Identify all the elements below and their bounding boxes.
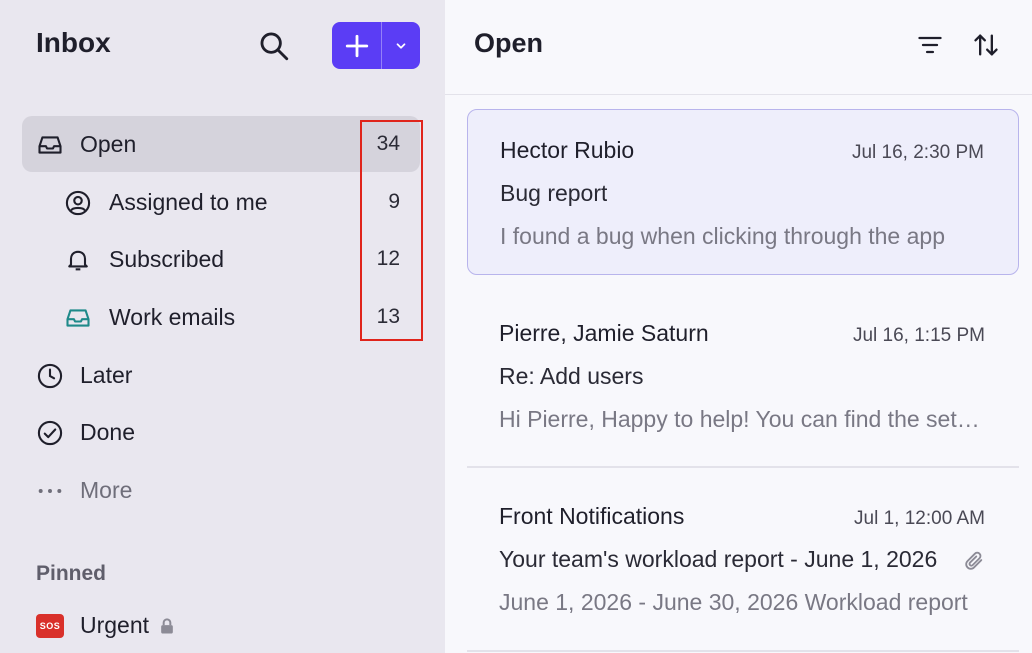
- nav-item-label: More: [80, 476, 133, 503]
- conversation-sender: Hector Rubio: [500, 137, 635, 163]
- conversation-sender: Front Notifications: [499, 503, 685, 529]
- ellipsis-icon: [38, 489, 62, 493]
- paperclip-icon: [965, 551, 983, 570]
- pinned-heading: Pinned: [36, 562, 107, 585]
- nav-item-label: Done: [80, 418, 135, 445]
- counts-highlight-box: [360, 120, 423, 341]
- filter-icon: [918, 36, 942, 54]
- list-header: Open: [445, 0, 1032, 95]
- bell-icon: [68, 250, 88, 271]
- conversation-preview: June 1, 2026 - June 30, 2026 Workload re…: [499, 589, 968, 615]
- nav-item-label: Subscribed: [109, 245, 225, 272]
- conversation-time: Jul 16, 1:15 PM: [852, 325, 985, 346]
- clock-icon: [37, 363, 63, 389]
- nav-item-done[interactable]: Done: [22, 404, 420, 460]
- user-circle-icon: [65, 190, 91, 216]
- conversation-item[interactable]: Hector Rubio Jul 16, 2:30 PM Bug report …: [467, 109, 1019, 275]
- pinned-item-label: Urgent: [80, 612, 150, 638]
- inbox-tray-icon: [38, 136, 62, 154]
- sidebar: Inbox Open 34 Assigned to me 9 Subscribe…: [0, 0, 445, 653]
- nav-item-label: Work emails: [109, 303, 236, 330]
- chevron-down-icon: [396, 42, 406, 49]
- lock-icon: [161, 617, 173, 633]
- sort-button[interactable]: [969, 28, 1003, 62]
- nav-item-later[interactable]: Later: [22, 347, 420, 403]
- conversation-sender: Pierre, Jamie Saturn: [499, 320, 709, 346]
- conversation-time: Jul 1, 12:00 AM: [854, 508, 985, 529]
- conversation-subject: Re: Add users: [499, 363, 644, 389]
- conversation-list-panel: Open Hector Rubio Jul 16, 2:30 PM Bug re…: [445, 0, 1032, 653]
- conversation-preview: I found a bug when clicking through the …: [500, 223, 945, 249]
- new-message-button[interactable]: [332, 22, 382, 69]
- plus-icon: [345, 34, 368, 57]
- search-button[interactable]: [254, 26, 294, 66]
- conversation-preview: Hi Pierre, Happy to help! You can find t…: [499, 406, 985, 432]
- filter-button[interactable]: [913, 28, 947, 62]
- list-title: Open: [474, 28, 544, 58]
- conversation-item[interactable]: Pierre, Jamie Saturn Jul 16, 1:15 PM Re:…: [467, 294, 1019, 464]
- conversation-time: Jul 16, 2:30 PM: [851, 142, 984, 163]
- pinned-item-urgent[interactable]: SOS Urgent: [36, 612, 177, 639]
- search-icon: [260, 32, 289, 61]
- nav-item-label: Open: [80, 130, 137, 157]
- sos-icon: SOS: [36, 613, 64, 638]
- nav-item-label: Assigned to me: [109, 188, 268, 215]
- check-circle-icon: [37, 420, 63, 446]
- new-message-button-group: [332, 22, 420, 69]
- conversation-item[interactable]: Front Notifications Jul 1, 12:00 AM Your…: [467, 477, 1019, 647]
- nav-item-more[interactable]: More: [22, 462, 420, 518]
- new-message-dropdown-button[interactable]: [382, 22, 420, 69]
- nav-item-label: Later: [80, 361, 133, 388]
- conversation-subject: Your team's workload report - June 1, 20…: [499, 546, 938, 572]
- conversation-subject: Bug report: [500, 180, 608, 206]
- inbox-tray-icon: [66, 309, 90, 327]
- sort-icon: [974, 34, 998, 56]
- sidebar-title: Inbox: [36, 27, 111, 58]
- list-divider: [467, 650, 1019, 652]
- list-divider: [467, 466, 1019, 468]
